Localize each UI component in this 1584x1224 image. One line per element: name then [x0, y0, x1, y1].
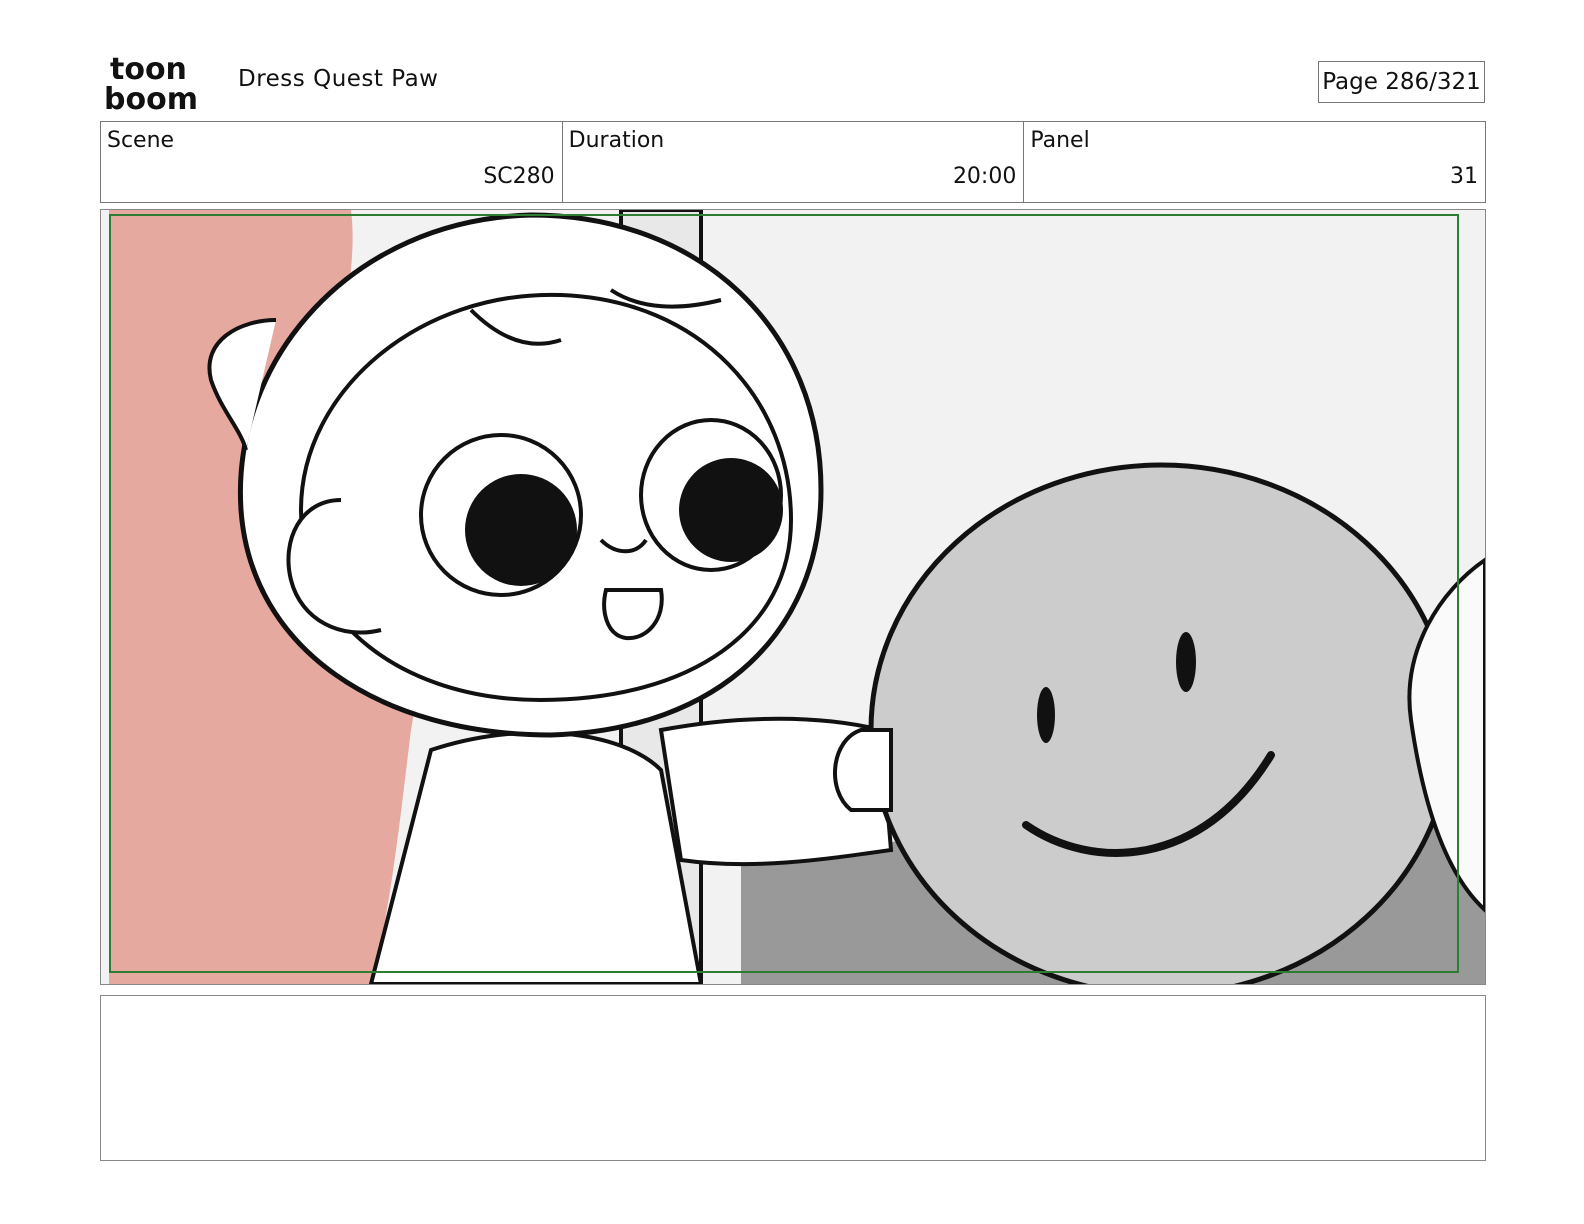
panel-drawing	[101, 210, 1485, 984]
panel-value: 31	[1450, 164, 1479, 189]
ball-right-eye	[1176, 632, 1196, 692]
project-title: Dress Quest Paw	[238, 66, 439, 92]
duration-label: Duration	[568, 128, 665, 153]
panel-label: Panel	[1030, 128, 1090, 153]
character-hand	[833, 728, 893, 812]
panel-cell: Panel 31	[1024, 122, 1485, 202]
panel-notes	[100, 995, 1486, 1161]
scene-cell: Scene SC280	[101, 122, 563, 202]
left-pupil	[465, 474, 577, 586]
storyboard-panel	[100, 209, 1486, 985]
scene-value: SC280	[483, 164, 555, 189]
ball-left-eye	[1037, 687, 1055, 743]
right-pupil	[679, 458, 783, 562]
toon-boom-logo: toon boom	[104, 52, 198, 112]
smiley-ball	[868, 462, 1454, 984]
scene-label: Scene	[107, 128, 175, 153]
duration-value: 20:00	[952, 164, 1017, 189]
page-indicator: Page 286/321	[1318, 61, 1485, 103]
logo-line-2: boom	[104, 82, 198, 112]
duration-cell: Duration 20:00	[563, 122, 1025, 202]
scene-info-table: Scene SC280 Duration 20:00 Panel 31	[100, 121, 1486, 203]
